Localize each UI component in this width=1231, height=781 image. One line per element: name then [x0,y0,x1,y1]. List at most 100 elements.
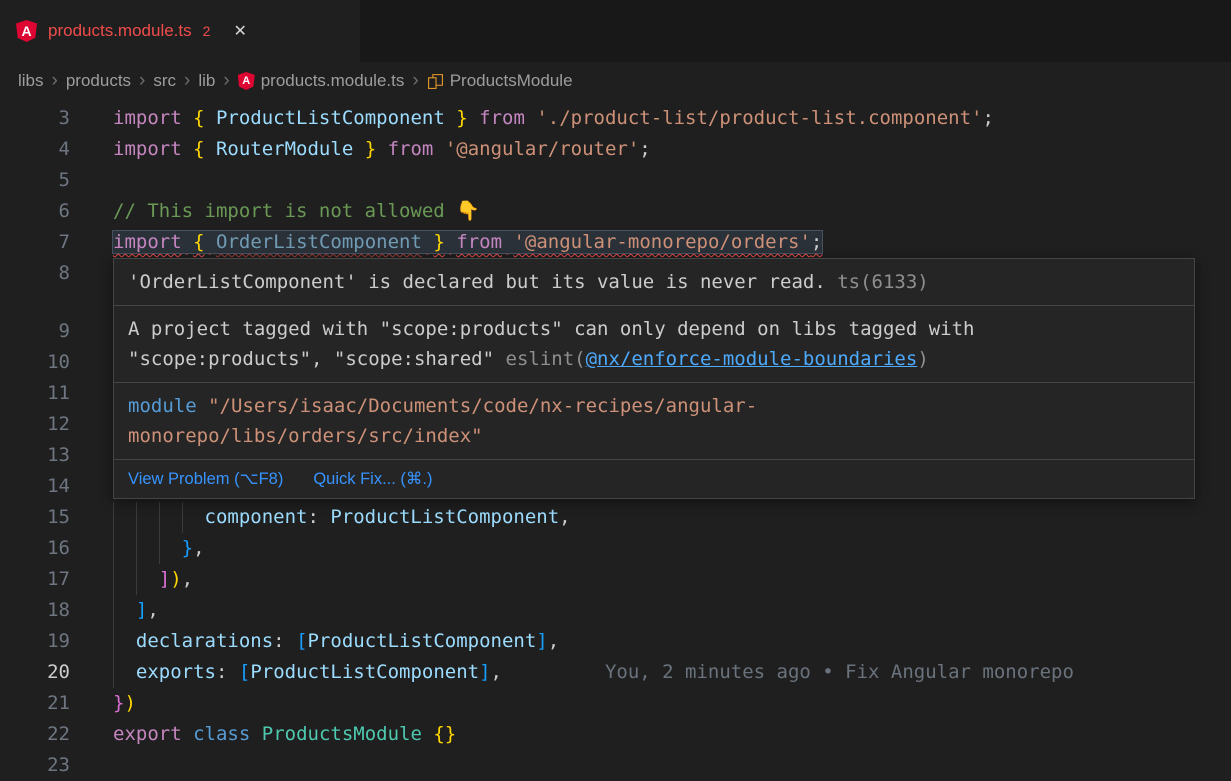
code-line-content[interactable]: export class ProductsModule {} [70,719,1231,750]
code-line-15: 15 component: ProductListComponent, [0,502,1231,533]
tab-products-module-ts[interactable]: A products.module.ts 2 ✕ [0,0,360,62]
code-line-18: 18 ], [0,595,1231,626]
line-number[interactable]: 13 [0,440,70,471]
token [250,723,261,745]
breadcrumb: libs›products›src›lib›Aproducts.module.t… [0,62,1231,100]
code-line-content[interactable]: import { RouterModule } from '@angular/r… [70,134,1231,165]
hover-actions-bar: View Problem (⌥F8) Quick Fix... (⌘.) [114,460,1194,498]
chevron-right-icon: › [51,70,59,92]
line-number[interactable]: 8 [0,258,70,289]
code-line-23: 23 [0,750,1231,781]
hover-text: 'OrderListComponent' is declared but its… [128,271,826,293]
hover-section-module-info: module "/Users/isaac/Documents/code/nx-r… [114,383,1194,460]
hover-text: A project tagged with "scope:products" c… [128,318,974,340]
token: ] [479,661,490,683]
token: from [388,138,434,160]
code-line-content[interactable]: component: ProductListComponent, [70,502,1231,533]
code-line-content[interactable]: import { ProductListComponent } from './… [70,103,1231,134]
indent-guide [113,595,114,626]
code-line-content[interactable] [70,165,1231,196]
token: , [491,661,502,683]
token: './product-list/product-list.component' [536,107,982,129]
line-number[interactable]: 14 [0,471,70,502]
breadcrumb-label: products.module.ts [261,71,405,91]
hover-text: monorepo/libs/orders/src/index" [128,425,483,447]
token: { [193,138,204,160]
hover-text: "/Users/isaac/Documents/code/nx-recipes/… [208,395,757,417]
token: ; [811,231,822,253]
hover-popup: 'OrderListComponent' is declared but its… [113,258,1195,499]
line-number[interactable]: 4 [0,134,70,165]
token: 👇 [456,200,480,222]
breadcrumb-item-lib[interactable]: lib [198,71,215,91]
token: } [456,107,467,129]
line-number[interactable]: 19 [0,626,70,657]
line-number[interactable]: 6 [0,196,70,227]
chevron-right-icon: › [222,70,230,92]
line-number[interactable]: 11 [0,378,70,409]
hover-text: "scope:products", "scope:shared" [128,348,506,370]
code-line-6: 6// This import is not allowed 👇 [0,196,1231,227]
code-line-content[interactable]: ], [70,595,1231,626]
code-line-7: 7import { OrderListComponent } from '@an… [0,227,1231,258]
git-blame-annotation: You, 2 minutes ago • Fix Angular monorep… [605,661,1074,683]
token: , [182,568,193,590]
hover-message-line: A project tagged with "scope:products" c… [128,314,1180,344]
token [376,138,387,160]
line-number[interactable]: 7 [0,227,70,258]
breadcrumb-label: src [153,71,176,91]
code-line-content[interactable]: }, [70,533,1231,564]
breadcrumb-item-products[interactable]: products [66,71,131,91]
hover-text: ts(6133) [826,271,929,293]
token [182,723,193,745]
breadcrumb-item-src[interactable]: src [153,71,176,91]
code-line-content[interactable]: exports: [ProductListComponent],You, 2 m… [70,657,1231,688]
line-number[interactable]: 20 [0,657,70,688]
line-number[interactable]: 5 [0,165,70,196]
line-number[interactable]: 12 [0,409,70,440]
code-line-20: 20 exports: [ProductListComponent],You, … [0,657,1231,688]
code-line-4: 4import { RouterModule } from '@angular/… [0,134,1231,165]
breadcrumb-label: ProductsModule [450,71,573,91]
line-number[interactable]: 22 [0,719,70,750]
hover-message-line: module "/Users/isaac/Documents/code/nx-r… [128,391,1180,421]
line-number[interactable]: 16 [0,533,70,564]
breadcrumb-item-productsmodule[interactable]: ProductsModule [427,71,573,91]
code-line-content[interactable]: }) [70,688,1231,719]
close-icon[interactable]: ✕ [233,21,246,41]
quick-fix-action[interactable]: Quick Fix... (⌘.) [313,469,432,489]
hover-section-ts-diagnostic: 'OrderListComponent' is declared but its… [114,259,1194,306]
code-line-content[interactable]: // This import is not allowed 👇 [70,196,1231,227]
line-number[interactable]: 17 [0,564,70,595]
token: ) [170,568,181,590]
code-line-content[interactable]: ]), [70,564,1231,595]
line-number[interactable]: 15 [0,502,70,533]
line-number[interactable]: 23 [0,750,70,781]
breadcrumb-item-products-module-ts[interactable]: Aproducts.module.ts [238,71,405,91]
code-line-content[interactable] [70,750,1231,781]
line-number[interactable]: 10 [0,347,70,378]
breadcrumb-label: libs [18,71,44,91]
token [205,231,216,253]
token: ProductListComponent [205,107,457,129]
code-line-17: 17 ]), [0,564,1231,595]
code-line-16: 16 }, [0,533,1231,564]
line-number[interactable]: 21 [0,688,70,719]
token: } [433,231,444,253]
code-line-content[interactable]: import { OrderListComponent } from '@ang… [70,227,1231,258]
eslint-rule-link[interactable]: @nx/enforce-module-boundaries [586,348,918,370]
line-number[interactable]: 3 [0,103,70,134]
code-line-content[interactable]: declarations: [ProductListComponent], [70,626,1231,657]
line-number[interactable]: 18 [0,595,70,626]
breadcrumb-label: lib [198,71,215,91]
token: } [113,692,124,714]
editor: 3import { ProductListComponent } from '.… [0,100,1231,781]
view-problem-action[interactable]: View Problem (⌥F8) [128,469,283,489]
indent-guide [113,502,114,533]
breadcrumb-item-libs[interactable]: libs [18,71,44,91]
token: ] [159,568,170,590]
token: : [307,506,330,528]
line-number[interactable]: 9 [0,316,70,347]
token [182,138,193,160]
token: , [548,630,559,652]
